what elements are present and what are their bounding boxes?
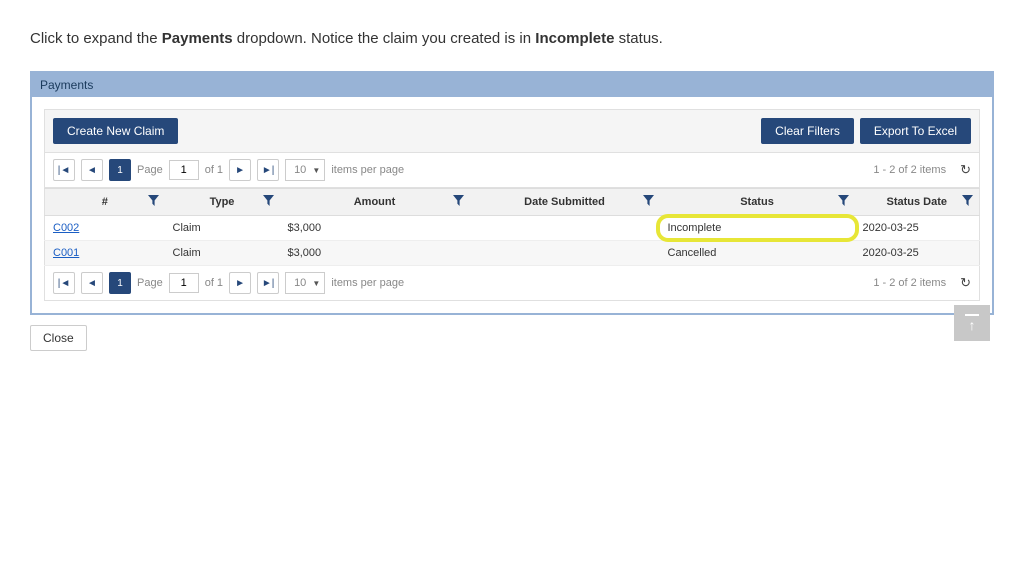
pager-next-button[interactable]: ►	[229, 272, 251, 294]
items-per-page-label: items per page	[331, 277, 404, 289]
refresh-icon[interactable]: ↻	[960, 275, 971, 291]
pager-next-button[interactable]: ►	[229, 159, 251, 181]
filter-icon[interactable]	[962, 195, 973, 209]
claim-id-link[interactable]: C002	[53, 222, 79, 234]
cell-status: Incomplete	[660, 216, 855, 241]
filter-icon[interactable]	[148, 195, 159, 209]
pager-range-text: 1 - 2 of 2 items	[873, 164, 946, 176]
cell-amount: $3,000	[280, 241, 470, 266]
pager-last-button[interactable]: ►|	[257, 272, 279, 294]
claim-id-link[interactable]: C001	[53, 247, 79, 259]
pager-bottom: |◄ ◄ 1 Page of 1 ► ►| 10 items per page …	[44, 266, 980, 301]
col-header-status-date[interactable]: Status Date	[863, 196, 972, 208]
filter-icon[interactable]	[263, 195, 274, 209]
pager-page-input[interactable]	[169, 273, 199, 293]
arrow-up-icon: ↑	[969, 318, 976, 332]
filter-icon[interactable]	[838, 195, 849, 209]
cell-type: Claim	[165, 241, 280, 266]
pager-page-1-button[interactable]: 1	[109, 159, 131, 181]
pager-page-label: Page	[137, 164, 163, 176]
instruction-text: Click to expand the Payments dropdown. N…	[30, 30, 994, 47]
bar-icon	[965, 314, 979, 316]
payments-table: # Type Amount Date Submitted Status Stat…	[44, 188, 980, 266]
cell-type: Claim	[165, 216, 280, 241]
pager-last-button[interactable]: ►|	[257, 159, 279, 181]
col-header-id[interactable]: #	[53, 196, 157, 208]
col-header-date-submitted[interactable]: Date Submitted	[478, 196, 652, 208]
pager-of-label: of 1	[205, 164, 223, 176]
panel-header[interactable]: Payments	[32, 73, 992, 97]
cell-status-date: 2020-03-25	[855, 216, 980, 241]
close-button[interactable]: Close	[30, 325, 87, 351]
cell-date-submitted	[470, 216, 660, 241]
filter-icon[interactable]	[453, 195, 464, 209]
pager-first-button[interactable]: |◄	[53, 159, 75, 181]
table-row: C002 Claim $3,000 Incomplete 2020-03-25	[45, 216, 980, 241]
export-to-excel-button[interactable]: Export To Excel	[860, 118, 971, 144]
toolbar: Create New Claim Clear Filters Export To…	[44, 109, 980, 153]
pager-prev-button[interactable]: ◄	[81, 272, 103, 294]
cell-status-date: 2020-03-25	[855, 241, 980, 266]
pager-page-input[interactable]	[169, 160, 199, 180]
clear-filters-button[interactable]: Clear Filters	[761, 118, 854, 144]
col-header-type[interactable]: Type	[173, 196, 272, 208]
pager-page-label: Page	[137, 277, 163, 289]
refresh-icon[interactable]: ↻	[960, 162, 971, 178]
table-row: C001 Claim $3,000 Cancelled 2020-03-25	[45, 241, 980, 266]
cell-date-submitted	[470, 241, 660, 266]
filter-icon[interactable]	[643, 195, 654, 209]
page-size-select[interactable]: 10	[285, 272, 325, 294]
pager-first-button[interactable]: |◄	[53, 272, 75, 294]
cell-amount: $3,000	[280, 216, 470, 241]
pager-page-1-button[interactable]: 1	[109, 272, 131, 294]
page-size-select[interactable]: 10	[285, 159, 325, 181]
pager-range-text: 1 - 2 of 2 items	[873, 277, 946, 289]
create-new-claim-button[interactable]: Create New Claim	[53, 118, 178, 144]
col-header-status[interactable]: Status	[668, 196, 847, 208]
items-per-page-label: items per page	[331, 164, 404, 176]
pager-of-label: of 1	[205, 277, 223, 289]
cell-status: Cancelled	[660, 241, 855, 266]
col-header-amount[interactable]: Amount	[288, 196, 462, 208]
scroll-to-top-button[interactable]: ↑	[954, 305, 990, 341]
pager-top: |◄ ◄ 1 Page of 1 ► ►| 10 items per page …	[44, 153, 980, 188]
payments-panel: Payments Create New Claim Clear Filters …	[30, 71, 994, 315]
pager-prev-button[interactable]: ◄	[81, 159, 103, 181]
